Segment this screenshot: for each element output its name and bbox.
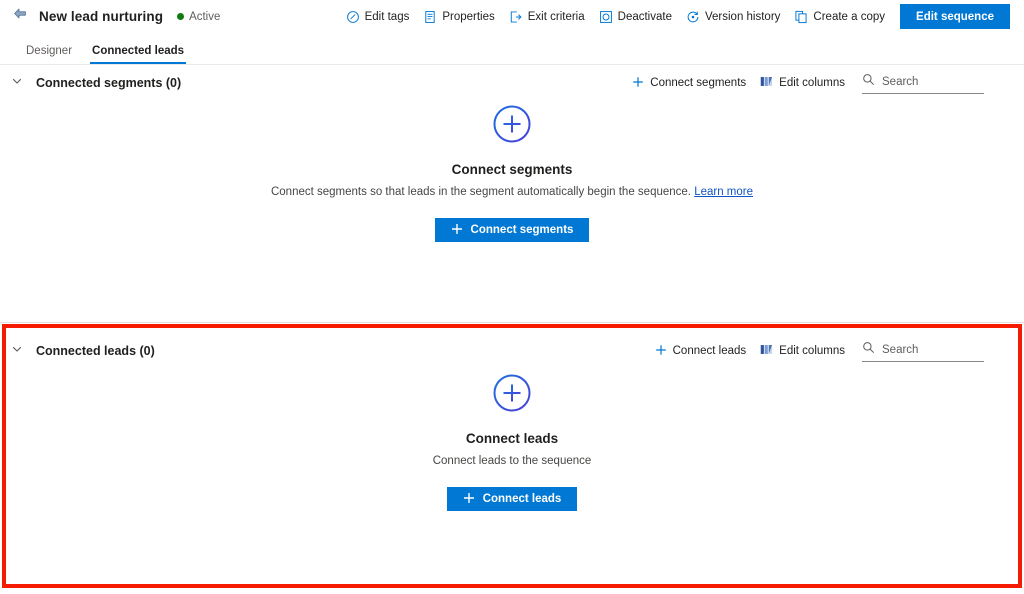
connect-leads-primary-button-label: Connect leads — [482, 493, 562, 505]
connected-leads-actions: Connect leads Edit columns — [648, 339, 1024, 363]
section-divider — [0, 322, 1024, 323]
back-arrow-icon — [12, 6, 28, 27]
command-bar: New lead nurturing Active Edit tags Prop… — [0, 0, 1024, 33]
plus-icon — [632, 76, 644, 91]
connected-segments-section: Connected segments (0) Connect segments — [0, 66, 1024, 322]
deactivate-icon — [599, 10, 613, 24]
edit-tags-icon — [346, 10, 360, 24]
connected-leads-title: Connected leads (0) — [36, 344, 155, 358]
chevron-down-icon — [11, 342, 23, 360]
plus-icon — [451, 223, 463, 238]
deactivate-label: Deactivate — [617, 10, 672, 23]
plus-icon — [655, 344, 667, 359]
command-bar-actions: Edit tags Properties Exit criteria Deact… — [339, 0, 1024, 33]
page-title: New lead nurturing — [39, 9, 164, 24]
connected-segments-searchbox[interactable] — [862, 72, 984, 94]
connect-segments-primary-button[interactable]: Connect segments — [434, 218, 590, 242]
create-a-copy-label: Create a copy — [813, 10, 886, 23]
version-history-label: Version history — [704, 10, 781, 23]
create-a-copy-button[interactable]: Create a copy — [787, 6, 892, 28]
connected-leads-empty-description: Connect leads to the sequence — [432, 455, 592, 467]
connected-leads-empty-title: Connect leads — [465, 431, 559, 446]
connect-segments-primary-button-label: Connect segments — [470, 224, 574, 236]
connected-segments-collapse-toggle[interactable] — [6, 72, 28, 94]
chevron-down-icon — [11, 74, 23, 92]
connected-leads-empty-state: Connect leads Connect leads to the seque… — [0, 373, 1024, 511]
app-page: New lead nurturing Active Edit tags Prop… — [0, 0, 1024, 594]
properties-button[interactable]: Properties — [416, 6, 501, 28]
edit-columns-leads-command[interactable]: Edit columns — [753, 339, 852, 363]
back-button[interactable] — [5, 2, 35, 32]
connect-leads-command[interactable]: Connect leads — [648, 340, 754, 363]
status-dot-icon — [177, 13, 185, 20]
edit-columns-segments-command[interactable]: Edit columns — [753, 71, 852, 95]
learn-more-link[interactable]: Learn more — [694, 186, 753, 198]
edit-sequence-button[interactable]: Edit sequence — [900, 4, 1010, 29]
connected-leads-search-input[interactable] — [882, 343, 978, 356]
connected-leads-collapse-toggle[interactable] — [6, 340, 28, 362]
exit-criteria-icon — [509, 10, 523, 24]
connected-segments-title: Connected segments (0) — [36, 76, 182, 90]
connect-segments-command-label: Connect segments — [650, 77, 747, 89]
edit-columns-icon — [760, 75, 773, 91]
version-history-button[interactable]: Version history — [679, 6, 787, 28]
connect-leads-command-label: Connect leads — [672, 345, 747, 357]
status-label: Active — [189, 10, 221, 23]
deactivate-button[interactable]: Deactivate — [592, 6, 679, 28]
edit-columns-leads-label: Edit columns — [779, 345, 845, 357]
properties-icon — [423, 10, 437, 24]
plus-circle-icon — [492, 373, 532, 418]
tab-designer[interactable]: Designer — [16, 45, 82, 64]
connected-leads-searchbox[interactable] — [862, 340, 984, 362]
exit-criteria-button[interactable]: Exit criteria — [502, 6, 592, 28]
edit-columns-icon — [760, 343, 773, 359]
tab-connected-leads[interactable]: Connected leads — [82, 45, 194, 64]
connect-leads-primary-button[interactable]: Connect leads — [446, 487, 578, 511]
status-badge: Active — [177, 11, 220, 23]
connected-segments-header: Connected segments (0) Connect segments — [0, 66, 1024, 100]
connected-segments-empty-title: Connect segments — [451, 162, 573, 177]
search-icon — [862, 73, 875, 91]
connected-segments-empty-description-text: Connect segments so that leads in the se… — [270, 186, 691, 198]
exit-criteria-label: Exit criteria — [527, 10, 585, 23]
connect-segments-command[interactable]: Connect segments — [625, 72, 753, 95]
create-a-copy-icon — [794, 10, 808, 24]
properties-label: Properties — [442, 10, 495, 23]
connected-leads-header: Connected leads (0) Connect leads Edit c… — [0, 334, 1024, 368]
plus-icon — [463, 492, 475, 507]
edit-columns-segments-label: Edit columns — [779, 77, 845, 89]
edit-tags-label: Edit tags — [364, 10, 410, 23]
tab-bar: Designer Connected leads — [0, 33, 1024, 65]
connected-segments-empty-state: Connect segments Connect segments so tha… — [0, 104, 1024, 242]
plus-circle-icon — [492, 104, 532, 149]
connected-segments-actions: Connect segments Edit columns — [625, 71, 1024, 95]
connected-leads-section: Connected leads (0) Connect leads Edit c… — [0, 334, 1024, 588]
edit-tags-button[interactable]: Edit tags — [339, 6, 417, 28]
search-icon — [862, 341, 875, 359]
version-history-icon — [686, 10, 700, 24]
connected-segments-empty-description: Connect segments so that leads in the se… — [271, 186, 753, 198]
connected-segments-search-input[interactable] — [882, 75, 978, 88]
